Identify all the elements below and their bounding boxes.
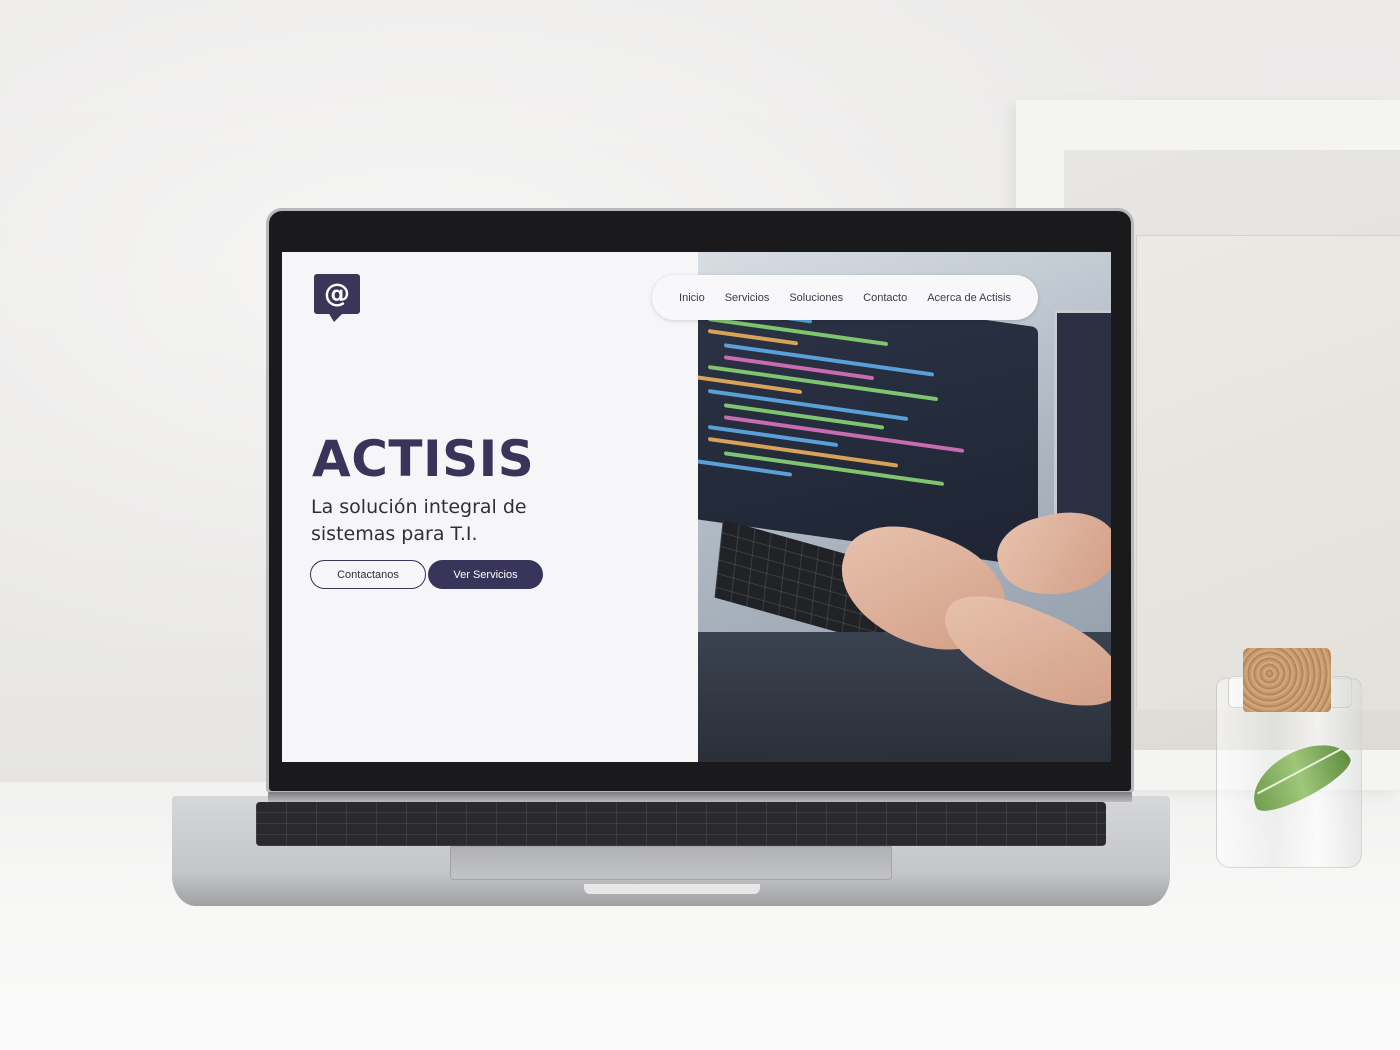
ver-servicios-button[interactable]: Ver Servicios: [428, 560, 543, 589]
photo-second-monitor: [1054, 310, 1111, 540]
at-sign-icon: @: [324, 279, 350, 309]
cork-stopper: [1243, 648, 1331, 712]
photo-laptop-display: [698, 276, 1038, 568]
picture-frame-mat: [1136, 235, 1400, 710]
nav-contacto[interactable]: Contacto: [863, 292, 907, 304]
nav-inicio[interactable]: Inicio: [679, 292, 705, 304]
laptop-notch: [584, 884, 760, 894]
main-navigation: Inicio Servicios Soluciones Contacto Ace…: [652, 275, 1038, 320]
hero-title: ACTISIS: [312, 430, 535, 488]
hero-subtitle: La solución integral de sistemas para T.…: [311, 496, 527, 545]
laptop-hinge: [268, 792, 1132, 802]
nav-servicios[interactable]: Servicios: [725, 292, 770, 304]
laptop-screen: @ Inicio Servicios Soluciones Contacto A…: [282, 252, 1111, 762]
contactanos-button[interactable]: Contactanos: [310, 560, 426, 589]
laptop-trackpad: [450, 846, 892, 880]
nav-acerca-de[interactable]: Acerca de Actisis: [927, 292, 1011, 304]
laptop-keyboard: [256, 802, 1106, 846]
hero-photo: [698, 252, 1111, 762]
nav-soluciones[interactable]: Soluciones: [789, 292, 843, 304]
